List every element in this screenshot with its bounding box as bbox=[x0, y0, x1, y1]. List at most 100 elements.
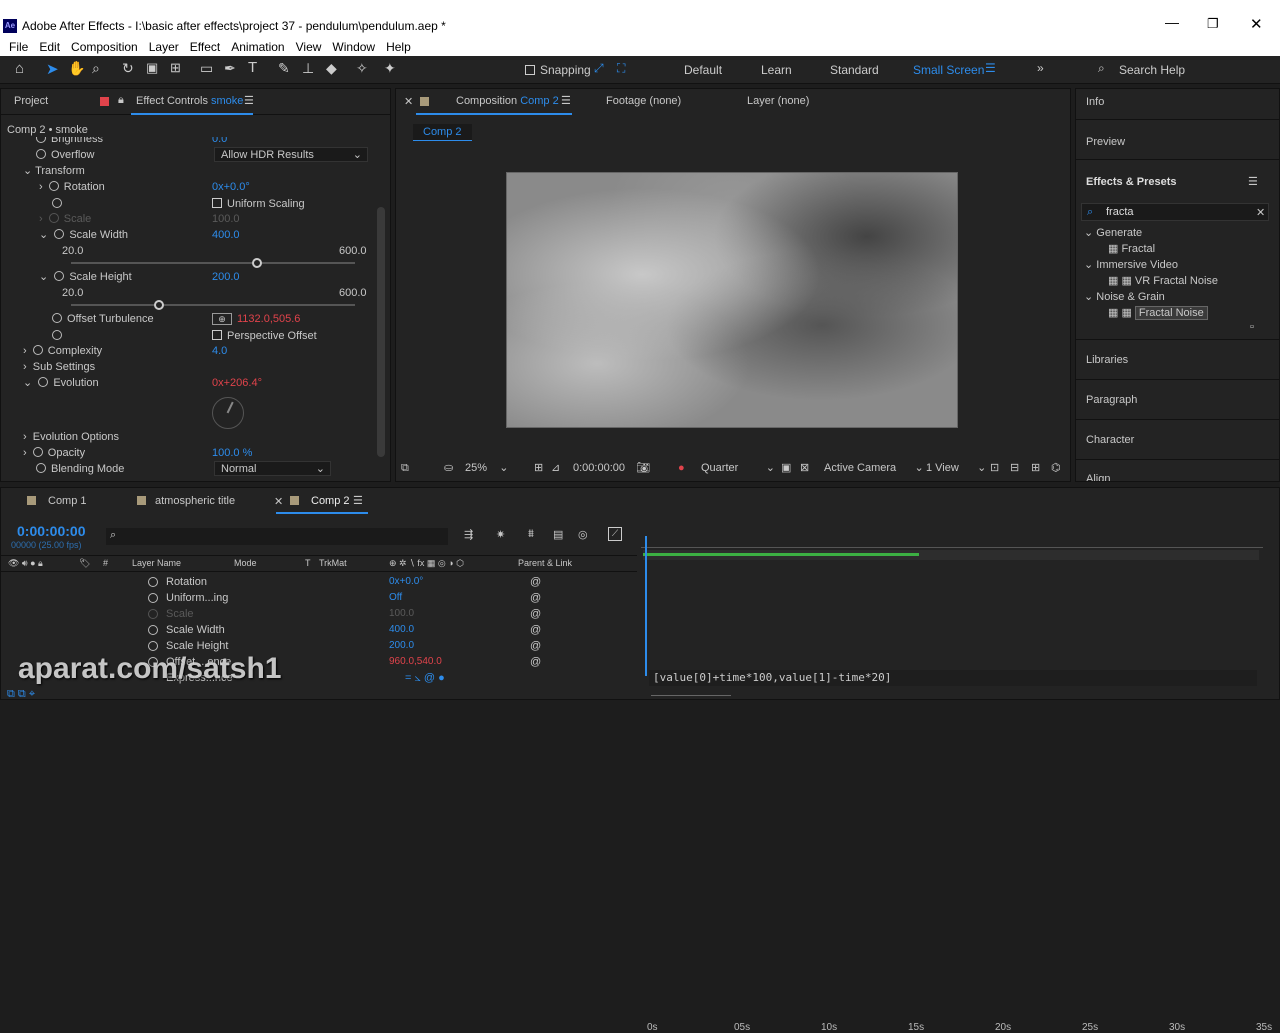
effects-search-input[interactable]: ⌕ fracta ✕ bbox=[1081, 203, 1269, 221]
pick-whip-icon[interactable]: @ bbox=[530, 574, 541, 590]
col-mode[interactable]: Mode bbox=[234, 556, 257, 571]
zoom-tool-icon[interactable]: ⌕ bbox=[92, 60, 100, 77]
menu-help[interactable]: Help bbox=[386, 40, 411, 54]
crosshair-icon[interactable]: ⊕ bbox=[212, 313, 232, 325]
stopwatch-icon[interactable] bbox=[148, 641, 158, 651]
menu-animation[interactable]: Animation bbox=[231, 40, 284, 54]
workspace-small-screen[interactable]: Small Screen bbox=[913, 63, 984, 77]
property-value[interactable]: 0x+0.0° bbox=[389, 574, 423, 590]
uniform-scaling-checkbox[interactable]: Uniform Scaling bbox=[212, 196, 305, 212]
col-trkmat[interactable]: TrkMat bbox=[319, 556, 347, 571]
panel-menu-icon[interactable]: ☰ bbox=[244, 94, 254, 107]
snap-features-icon[interactable]: ⛶ bbox=[617, 61, 625, 76]
evolution-value[interactable]: 0x+206.4° bbox=[212, 375, 262, 391]
transparency-grid-icon[interactable]: ⊠ bbox=[800, 459, 809, 477]
composition-flowchart-icon[interactable]: ⇶ bbox=[464, 528, 473, 541]
menu-effect[interactable]: Effect bbox=[190, 40, 220, 54]
rectangle-tool-icon[interactable]: ▭ bbox=[200, 60, 213, 77]
new-folder-icon[interactable]: ▫ bbox=[1250, 321, 1254, 333]
col-layer-name[interactable]: Layer Name bbox=[132, 556, 181, 571]
roto-brush-tool-icon[interactable]: ✧ bbox=[356, 60, 368, 77]
views-dropdown[interactable]: 1 View ⌄ bbox=[926, 459, 986, 477]
timeline-current-time[interactable]: 0:00:00:00 bbox=[17, 523, 86, 539]
slider-handle[interactable] bbox=[252, 258, 263, 268]
brush-tool-icon[interactable]: ✎ bbox=[278, 60, 290, 77]
mask-visibility-icon[interactable]: ⛀ bbox=[444, 459, 453, 477]
shy-layers-icon[interactable]: ⩩ bbox=[528, 528, 534, 541]
info-panel-header[interactable]: Info bbox=[1086, 96, 1104, 108]
stopwatch-icon[interactable] bbox=[38, 377, 49, 387]
prop-transform[interactable]: Transform bbox=[35, 165, 85, 177]
minimize-button[interactable]: — bbox=[1165, 14, 1179, 30]
visibility-icon[interactable]: 👁︎ 🔊︎ ● 🔒︎ bbox=[8, 556, 43, 571]
stopwatch-icon[interactable] bbox=[36, 149, 46, 159]
graph-editor-icon[interactable]: ⟋ bbox=[608, 527, 622, 541]
pick-whip-icon[interactable]: @ bbox=[530, 622, 541, 638]
clone-stamp-tool-icon[interactable]: ⊥ bbox=[302, 60, 314, 77]
restore-button[interactable]: ❐ bbox=[1207, 16, 1219, 32]
region-icon[interactable]: ⊿ bbox=[551, 459, 560, 477]
timeline-property-row[interactable]: Scale 100.0 @ bbox=[1, 606, 637, 622]
reset-exposure-icon[interactable]: ⊡ bbox=[990, 459, 999, 477]
snapping-checkbox[interactable]: Snapping bbox=[525, 63, 591, 77]
align-header[interactable]: Align bbox=[1086, 473, 1110, 481]
expression-controls-icon[interactable]: = ⦣ @ ● bbox=[405, 670, 445, 686]
evolution-dial[interactable] bbox=[212, 397, 244, 429]
stopwatch-icon[interactable] bbox=[148, 593, 158, 603]
playhead[interactable] bbox=[645, 536, 647, 676]
effects-presets-header[interactable]: Effects & Presets bbox=[1086, 176, 1177, 188]
scale-height-value[interactable]: 200.0 bbox=[212, 269, 240, 285]
snapshot-icon[interactable]: 📷︎ bbox=[636, 459, 650, 477]
workspace-menu-icon[interactable]: ☰ bbox=[985, 61, 996, 75]
snap-edges-icon[interactable]: ⤢ bbox=[594, 61, 604, 76]
pan-behind-tool-icon[interactable]: ⊞ bbox=[170, 60, 181, 76]
libraries-header[interactable]: Libraries bbox=[1086, 354, 1128, 366]
scale-width-value[interactable]: 400.0 bbox=[212, 227, 240, 243]
motion-blur-icon[interactable]: ◎ bbox=[578, 528, 588, 541]
close-tab-icon[interactable]: ✕ bbox=[404, 95, 413, 108]
pick-whip-icon[interactable]: @ bbox=[530, 638, 541, 654]
lock-icon[interactable]: 🔒︎ bbox=[118, 94, 124, 107]
search-help-field[interactable]: Search Help bbox=[1119, 63, 1185, 77]
tab-effect-controls[interactable]: Effect Controls smoke bbox=[136, 95, 243, 107]
more-workspaces-icon[interactable]: » bbox=[1037, 61, 1044, 75]
brightness-value[interactable]: 0.0 bbox=[212, 137, 227, 147]
opacity-value[interactable]: 100.0 % bbox=[212, 445, 252, 461]
toggle-switches-icons[interactable]: ⧉ ⧉ ⌖ bbox=[7, 688, 35, 701]
category-generate[interactable]: ⌄ Generate bbox=[1084, 225, 1218, 241]
time-ruler[interactable] bbox=[641, 528, 1263, 548]
camera-tool-icon[interactable]: ▣ bbox=[146, 60, 158, 76]
complexity-value[interactable]: 4.0 bbox=[212, 343, 227, 359]
scale-height-slider[interactable] bbox=[71, 300, 355, 310]
pick-whip-icon[interactable]: @ bbox=[530, 590, 541, 606]
pick-whip-icon[interactable]: @ bbox=[530, 654, 541, 670]
panel-menu-icon[interactable]: ☰ bbox=[353, 494, 363, 507]
home-icon[interactable]: ⌂ bbox=[15, 60, 24, 77]
scale-width-slider[interactable] bbox=[71, 258, 355, 268]
camera-dropdown[interactable]: Active Camera ⌄ bbox=[824, 459, 924, 477]
workspace-default[interactable]: Default bbox=[684, 63, 722, 77]
tab-footage[interactable]: Footage (none) bbox=[606, 95, 681, 107]
frame-blending-icon[interactable]: ▤ bbox=[553, 528, 563, 541]
chevron-right-icon[interactable]: › bbox=[39, 181, 49, 193]
menu-file[interactable]: File bbox=[9, 40, 28, 54]
prop-sub-settings[interactable]: Sub Settings bbox=[33, 361, 95, 373]
workspace-standard[interactable]: Standard bbox=[830, 63, 879, 77]
effect-fractal[interactable]: ▦ Fractal bbox=[1084, 241, 1218, 257]
close-button[interactable]: ✕ bbox=[1250, 15, 1263, 33]
pick-whip-icon[interactable]: @ bbox=[530, 606, 541, 622]
stopwatch-icon[interactable] bbox=[32, 447, 43, 457]
stopwatch-icon[interactable] bbox=[148, 577, 158, 587]
grid-icon[interactable]: ⊞ bbox=[534, 459, 543, 477]
stopwatch-icon[interactable] bbox=[52, 198, 62, 208]
selection-tool-icon[interactable]: ➤ bbox=[46, 60, 59, 78]
resolution-dropdown[interactable]: Quarter ⌄ bbox=[701, 459, 775, 477]
panel-menu-icon[interactable]: ☰ bbox=[1248, 175, 1258, 188]
work-area-bar[interactable] bbox=[643, 550, 1259, 560]
menu-view[interactable]: View bbox=[296, 40, 322, 54]
menu-composition[interactable]: Composition bbox=[71, 40, 138, 54]
workspace-learn[interactable]: Learn bbox=[761, 63, 792, 77]
pen-tool-icon[interactable]: ✒ bbox=[224, 60, 236, 77]
col-t[interactable]: T bbox=[305, 556, 311, 571]
menu-edit[interactable]: Edit bbox=[39, 40, 60, 54]
